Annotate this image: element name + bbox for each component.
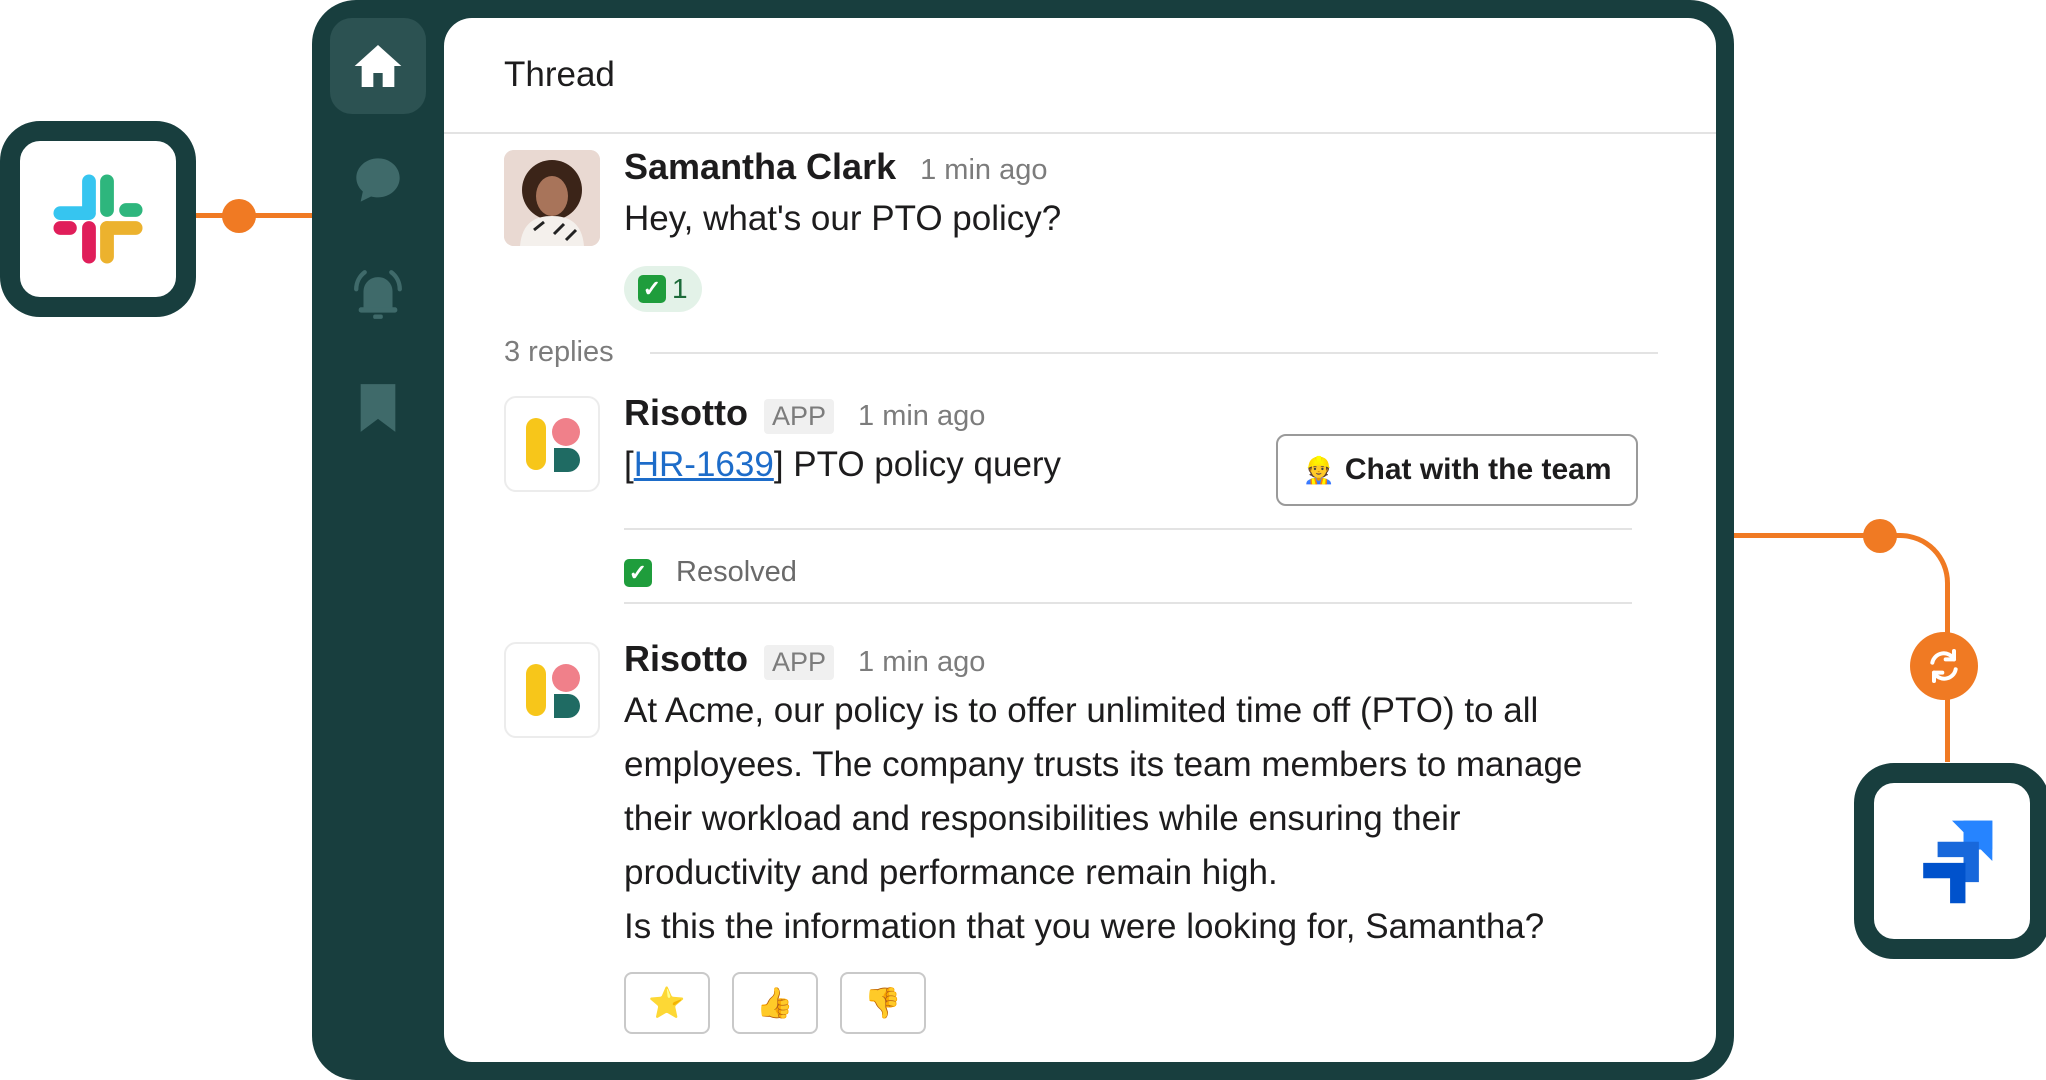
- status-row: ✓ Resolved: [624, 556, 797, 589]
- jira-connector-dot: [1863, 519, 1897, 553]
- thumbs-down-icon: 👎: [864, 986, 902, 1020]
- avatar: [504, 150, 600, 246]
- jira-integration-tile: [1854, 763, 2046, 959]
- thumbs-up-icon: 👍: [756, 986, 794, 1020]
- reaction-count: 1: [672, 273, 688, 304]
- message-body: At Acme, our policy is to offer unlimite…: [624, 684, 1684, 954]
- message-text: [HR-1639] PTO policy query: [624, 438, 1061, 492]
- message-text: Hey, what's our PTO policy?: [624, 199, 1062, 238]
- status-divider-top: [624, 528, 1632, 530]
- message-line: productivity and performance remain high…: [624, 853, 1278, 892]
- timestamp[interactable]: 1 min ago: [920, 154, 1047, 187]
- bell-icon: [354, 270, 402, 319]
- author-name[interactable]: Risotto: [624, 392, 748, 434]
- slack-connector-dot: [222, 199, 256, 233]
- text-prefix: [: [624, 445, 634, 484]
- timestamp[interactable]: 1 min ago: [858, 646, 985, 679]
- sidebar-rail: [312, 0, 444, 1080]
- worker-icon: 👷: [1302, 454, 1335, 485]
- app-window: Thread Samantha Clark 1 min ago Hey, wha…: [312, 0, 1734, 1080]
- thread-panel: Thread Samantha Clark 1 min ago Hey, wha…: [444, 18, 1716, 1062]
- jira-connector-line: [1732, 533, 1880, 538]
- ticket-link[interactable]: HR-1639: [634, 445, 774, 484]
- sync-icon: [1910, 632, 1978, 700]
- status-divider-bottom: [624, 602, 1632, 604]
- star-icon: ⭐: [648, 986, 686, 1020]
- app-badge: APP: [763, 399, 835, 434]
- bookmark-icon: [360, 384, 396, 432]
- slack-integration-tile: [0, 121, 196, 317]
- message-header: Risotto APP 1 min ago: [624, 638, 985, 680]
- status-label: Resolved: [676, 556, 797, 588]
- button-label: Chat with the team: [1344, 453, 1612, 486]
- slack-logo-icon: [53, 174, 143, 264]
- author-name[interactable]: Samantha Clark: [624, 146, 896, 188]
- message-line: employees. The company trusts its team m…: [624, 745, 1583, 784]
- sidebar-item-messages[interactable]: [330, 132, 426, 228]
- chat-with-team-button[interactable]: 👷 Chat with the team: [1276, 434, 1638, 506]
- timestamp[interactable]: 1 min ago: [858, 400, 985, 433]
- check-icon: ✓: [624, 558, 652, 587]
- replies-count: 3 replies: [504, 336, 614, 368]
- sidebar-item-saved[interactable]: [330, 360, 426, 456]
- chat-bubble-icon: [356, 158, 400, 202]
- jira-logo-icon: [1923, 820, 1993, 904]
- replies-divider: [650, 352, 1658, 354]
- thumbs-down-button[interactable]: 👎: [840, 972, 926, 1034]
- sidebar-item-home[interactable]: [330, 18, 426, 114]
- author-name[interactable]: Risotto: [624, 638, 748, 680]
- app-avatar: [504, 396, 600, 492]
- home-icon: [354, 45, 402, 87]
- message-line: At Acme, our policy is to offer unlimite…: [624, 691, 1539, 730]
- page-title: Thread: [504, 55, 615, 94]
- message-line: their workload and responsibilities whil…: [624, 799, 1461, 838]
- message-header: Samantha Clark 1 min ago: [624, 146, 1047, 188]
- message-header: Risotto APP 1 min ago: [624, 392, 985, 434]
- reaction-badge[interactable]: ✓ 1: [624, 266, 702, 312]
- app-avatar: [504, 642, 600, 738]
- text-suffix: ] PTO policy query: [773, 445, 1062, 484]
- message-line: Is this the information that you were lo…: [624, 907, 1545, 946]
- star-button[interactable]: ⭐: [624, 972, 710, 1034]
- sidebar-item-notifications[interactable]: [330, 246, 426, 342]
- app-badge: APP: [763, 645, 835, 680]
- thumbs-up-button[interactable]: 👍: [732, 972, 818, 1034]
- check-icon: ✓: [638, 275, 666, 303]
- thread-header: Thread: [444, 18, 1716, 134]
